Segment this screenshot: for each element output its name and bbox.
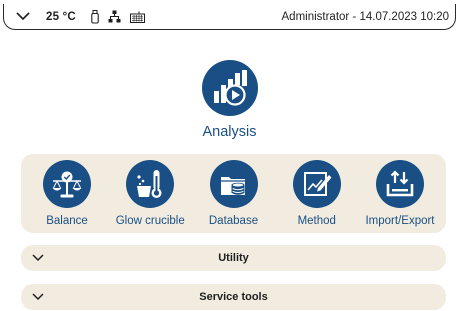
chevron-down-icon[interactable] [31, 292, 45, 302]
function-group-panel: Balance Glow crucible Database Method Im… [21, 154, 446, 233]
database-folder-icon[interactable] [209, 160, 258, 208]
tile-label-method: Method [297, 215, 336, 227]
analysis-launcher[interactable]: Analysis [0, 60, 459, 140]
section-service-tools-label: Service tools [199, 291, 268, 303]
section-utility[interactable]: Utility [21, 245, 446, 271]
tile-label-balance: Balance [46, 215, 88, 227]
balance-scale-icon[interactable] [43, 160, 91, 208]
status-bar: 25 °C Administrator - 14.07.2023 10:20 [3, 4, 456, 30]
network-icon [108, 8, 122, 26]
tile-label-database: Database [208, 215, 259, 227]
analysis-chart-play-icon[interactable] [201, 60, 258, 116]
chevron-down-icon[interactable] [31, 253, 45, 263]
temperature-readout: 25 °C [46, 10, 76, 23]
keyboard-icon [130, 8, 146, 26]
import-export-icon[interactable] [376, 160, 424, 208]
usb-icon [90, 8, 100, 26]
thermometer-crucible-icon[interactable] [126, 160, 175, 208]
tile-import-export[interactable]: Import/Export [361, 160, 439, 233]
section-service-tools[interactable]: Service tools [21, 284, 446, 310]
tile-balance[interactable]: Balance [28, 160, 106, 233]
user-datetime: Administrator - 14.07.2023 10:20 [281, 10, 450, 23]
tile-label-import-export: Import/Export [365, 215, 435, 227]
method-edit-chart-icon[interactable] [292, 160, 341, 208]
tile-glow-crucible[interactable]: Glow crucible [111, 160, 189, 233]
chevron-down-icon[interactable] [12, 8, 34, 26]
tile-database[interactable]: Database [195, 160, 273, 233]
analysis-label[interactable]: Analysis [203, 124, 257, 140]
tile-method[interactable]: Method [278, 160, 356, 233]
section-utility-label: Utility [218, 252, 249, 264]
tile-label-glow-crucible: Glow crucible [115, 215, 185, 227]
